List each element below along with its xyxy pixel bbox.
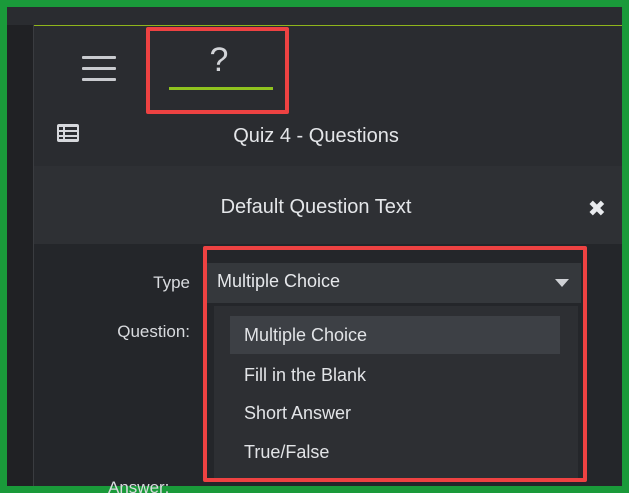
question-label: Question: xyxy=(117,322,190,341)
help-tab-highlight-box xyxy=(146,27,289,114)
question-title: Default Question Text xyxy=(220,196,412,218)
close-icon[interactable]: ✖ xyxy=(588,196,606,222)
question-header: Default Question Text ✖ xyxy=(34,166,622,244)
answer-label: Answer: xyxy=(108,478,170,497)
quiz-title: Quiz 4 - Questions xyxy=(233,125,399,147)
toolbar: ? xyxy=(34,26,622,106)
type-dropdown-highlight-box xyxy=(203,246,587,482)
left-edge-panel xyxy=(7,25,34,486)
quiz-header: Quiz 4 - Questions xyxy=(34,106,622,166)
top-strip xyxy=(7,7,622,26)
hamburger-menu-icon[interactable] xyxy=(82,56,116,82)
type-label: Type xyxy=(153,273,190,292)
